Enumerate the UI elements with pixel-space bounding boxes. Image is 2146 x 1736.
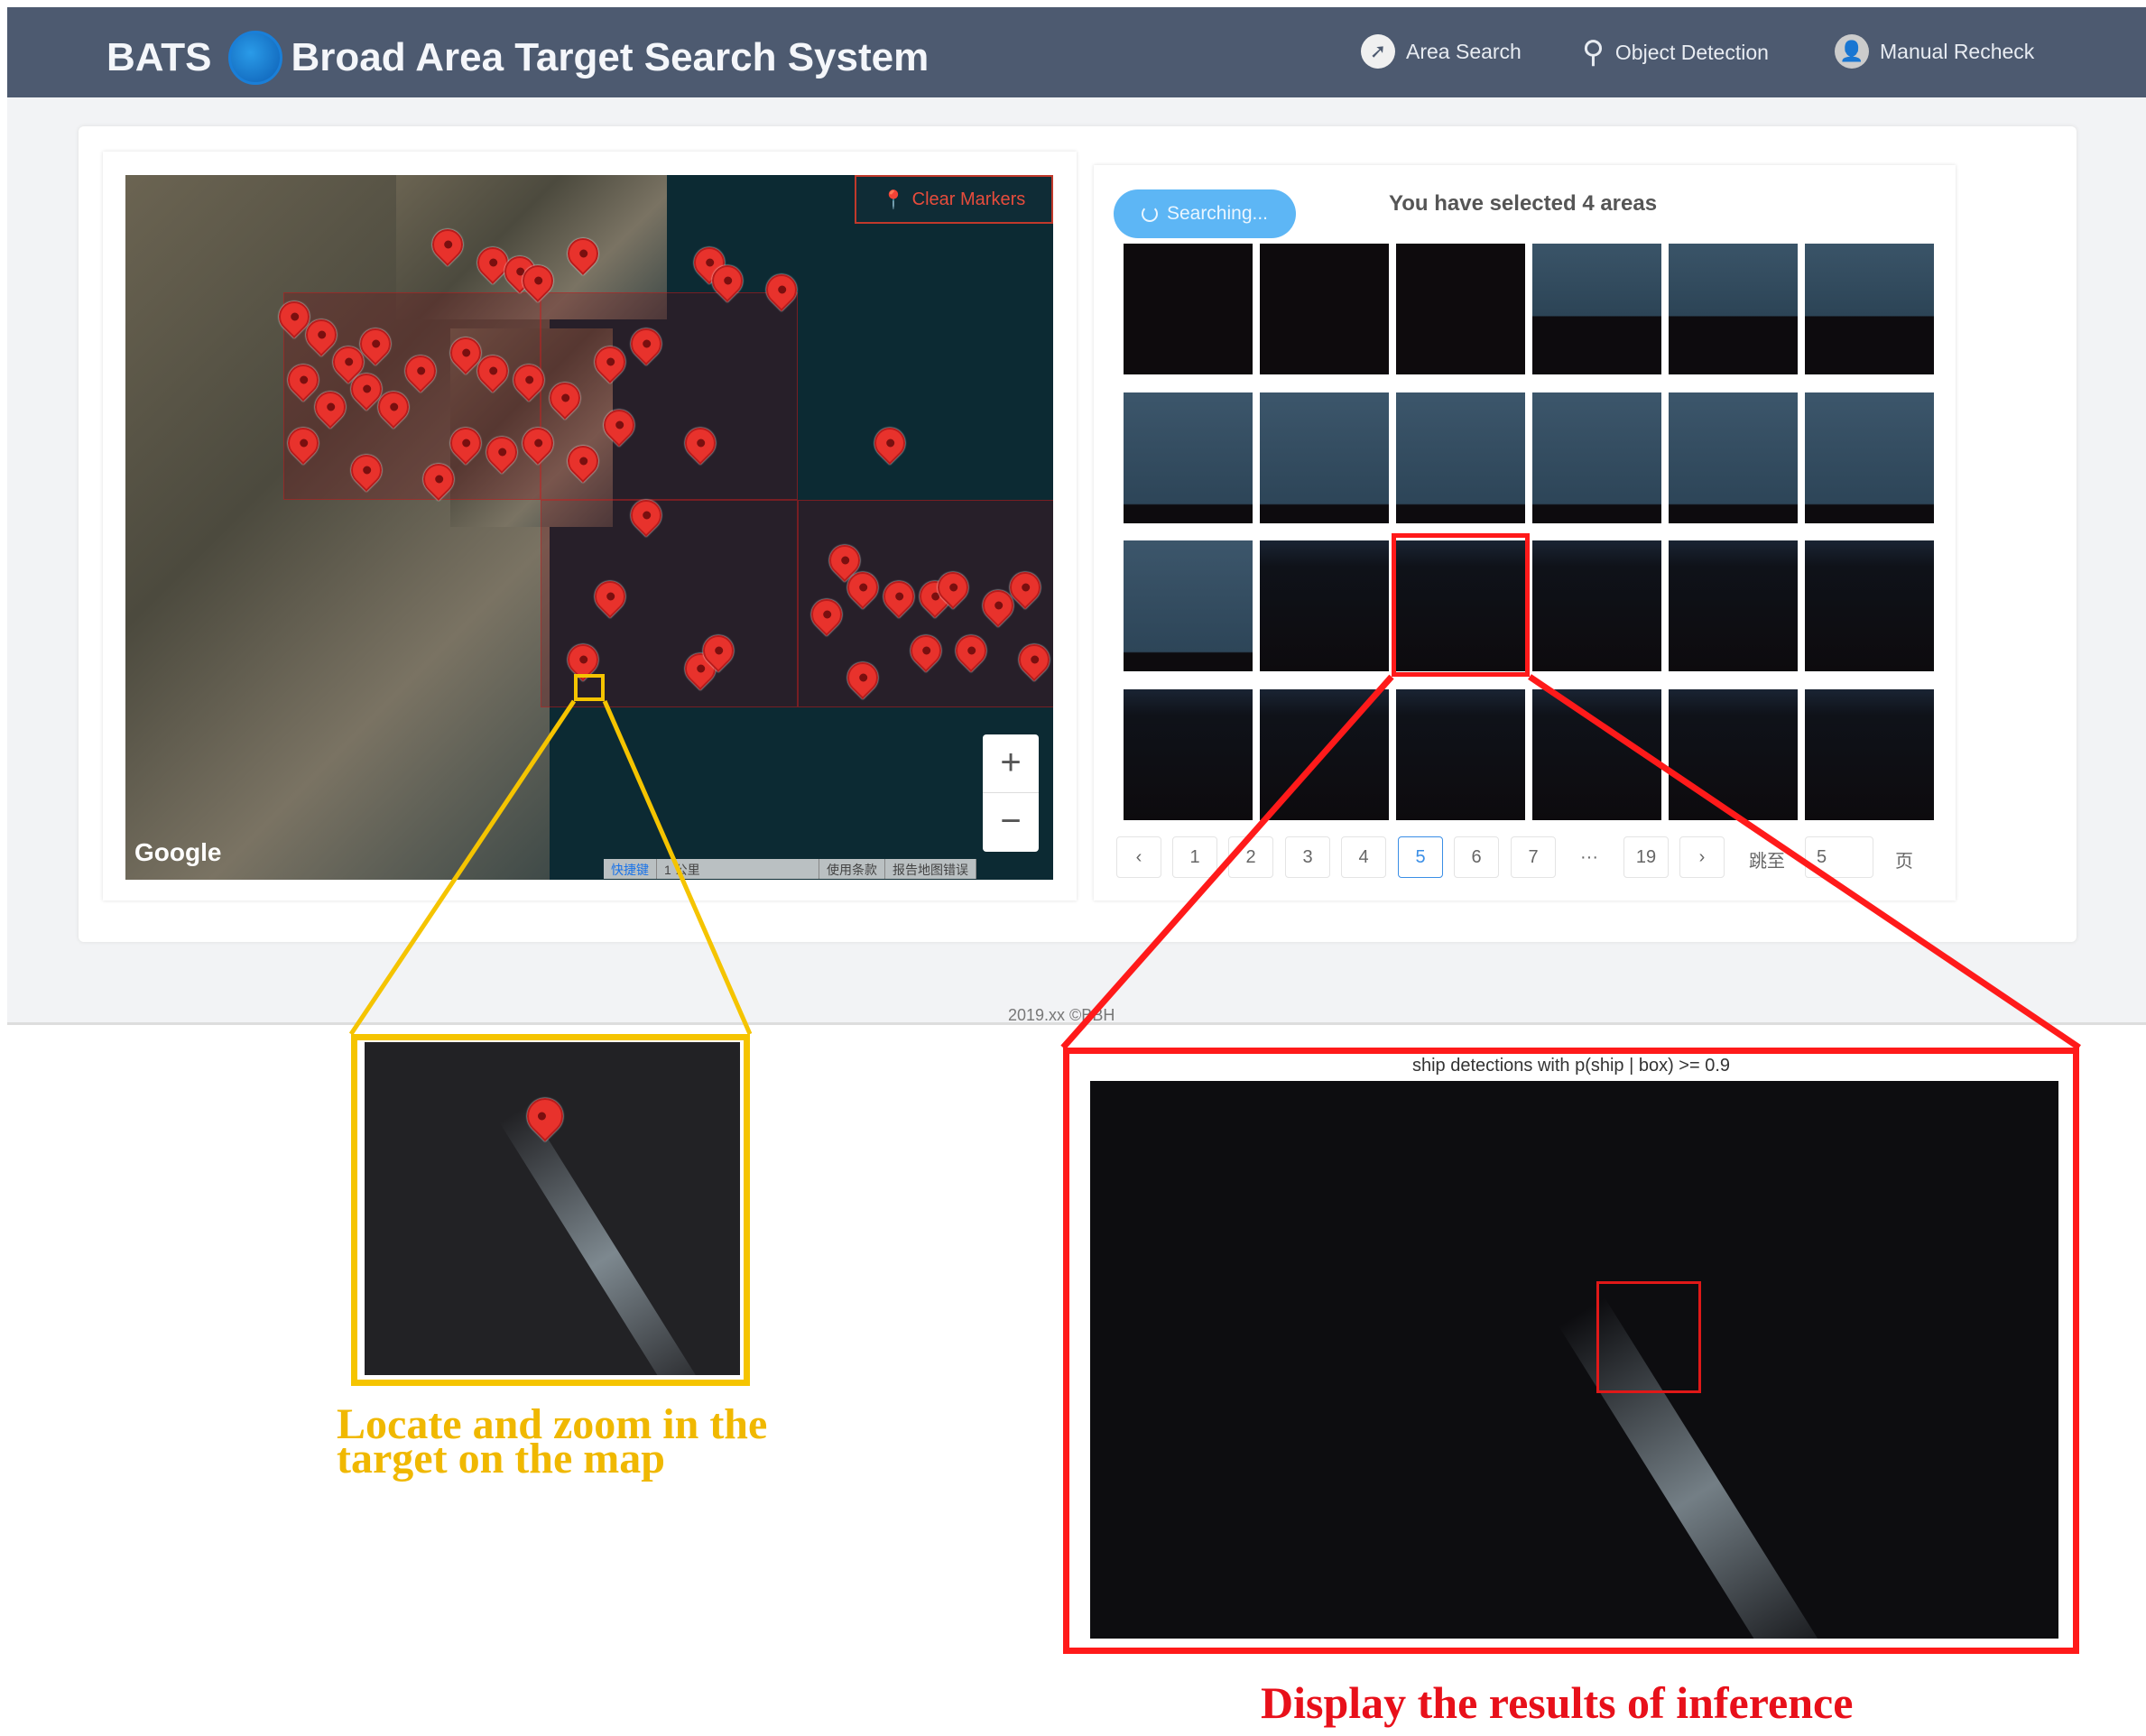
brand[interactable]: BATS Broad Area Target Search System xyxy=(106,31,929,85)
result-tile[interactable] xyxy=(1124,244,1253,374)
result-tile[interactable] xyxy=(1805,540,1934,671)
searching-button[interactable]: Searching... xyxy=(1114,189,1296,238)
result-tile[interactable] xyxy=(1260,392,1389,523)
user-icon: 👤 xyxy=(1835,34,1869,69)
result-tile[interactable] xyxy=(1669,244,1798,374)
search-icon: ⚲ xyxy=(1582,35,1605,69)
result-tile[interactable] xyxy=(1260,244,1389,374)
nav-label: Object Detection xyxy=(1614,40,1769,64)
page-suffix: 页 xyxy=(1895,852,1913,872)
app-title: Broad Area Target Search System xyxy=(291,35,930,79)
inference-title: ship detections with p(ship | box) >= 0.… xyxy=(1411,1056,1731,1076)
clear-markers-label: Clear Markers xyxy=(911,189,1026,209)
loading-spinner-icon xyxy=(1141,206,1158,222)
map-marker-icon[interactable] xyxy=(867,420,912,466)
result-tile[interactable] xyxy=(1805,688,1934,820)
inference-image xyxy=(1090,1081,2058,1639)
detection-box xyxy=(1596,1281,1701,1393)
zoomed-target-image xyxy=(365,1042,740,1375)
searching-label: Searching... xyxy=(1166,203,1269,224)
zoom-control: + − xyxy=(983,734,1039,852)
zoom-callout-caption: Locate and zoom in the target on the map xyxy=(337,1403,767,1481)
clear-markers-button[interactable]: 📍 Clear Markers xyxy=(855,175,1053,224)
result-tile[interactable] xyxy=(1396,244,1525,374)
target-highlight xyxy=(574,674,605,701)
zoom-in-button[interactable]: + xyxy=(983,734,1039,793)
result-tile[interactable] xyxy=(1396,392,1525,523)
page-button-last[interactable]: 19 xyxy=(1623,836,1669,878)
page-button[interactable]: 6 xyxy=(1454,836,1499,878)
result-tile[interactable] xyxy=(1260,540,1389,671)
nav-manual-recheck[interactable]: 👤 Manual Recheck xyxy=(1835,34,2034,69)
result-tile[interactable] xyxy=(1124,392,1253,523)
jump-label: 跳至 xyxy=(1749,852,1785,872)
result-tile[interactable] xyxy=(1805,244,1934,374)
result-tile[interactable] xyxy=(1260,688,1389,820)
zoom-out-button[interactable]: − xyxy=(983,793,1039,852)
map-footer: 快捷键 1 公里 使用条款 报告地图错误 xyxy=(604,859,976,879)
satellite-map[interactable]: 📍 Clear Markers + − Google 快捷键 1 公里 使用条款… xyxy=(125,175,1053,880)
page-button[interactable]: 2 xyxy=(1228,836,1273,878)
map-scale: 1 公里 xyxy=(657,859,819,879)
result-tile[interactable] xyxy=(1669,540,1798,671)
nav-label: Area Search xyxy=(1406,39,1522,63)
inference-caption: Display the results of inference xyxy=(1261,1677,1854,1728)
result-tile[interactable] xyxy=(1124,688,1253,820)
globe-icon xyxy=(227,31,282,85)
page-button[interactable]: 4 xyxy=(1341,836,1386,878)
map-report-link[interactable]: 报告地图错误 xyxy=(885,859,976,879)
result-tile[interactable] xyxy=(1532,688,1661,820)
prev-page-button[interactable]: ‹ xyxy=(1116,836,1161,878)
map-terms-link[interactable]: 使用条款 xyxy=(819,859,885,879)
result-tile[interactable] xyxy=(1532,540,1661,671)
selected-areas-text: You have selected 4 areas xyxy=(1389,191,1658,216)
page-button-current[interactable]: 5 xyxy=(1398,836,1443,878)
page-button[interactable]: 7 xyxy=(1511,836,1556,878)
marker-icon: 📍 xyxy=(882,189,905,210)
result-tile[interactable] xyxy=(1396,688,1525,820)
map-shortcuts-link[interactable]: 快捷键 xyxy=(604,859,657,879)
nav-area-search[interactable]: ➚ Area Search xyxy=(1361,34,1522,69)
page-button[interactable]: 3 xyxy=(1285,836,1330,878)
result-tile[interactable] xyxy=(1805,392,1934,523)
jump-page-input[interactable]: 5 xyxy=(1805,836,1873,878)
selected-tile-highlight xyxy=(1392,533,1530,677)
footer-text: 2019.xx ©BBH xyxy=(1008,1006,1115,1024)
result-tile[interactable] xyxy=(1669,392,1798,523)
nav-object-detection[interactable]: ⚲ Object Detection xyxy=(1582,34,1769,70)
result-tile[interactable] xyxy=(1532,392,1661,523)
next-page-button[interactable]: › xyxy=(1679,836,1725,878)
app-header: BATS Broad Area Target Search System ➚ A… xyxy=(7,7,2146,97)
page-ellipsis[interactable]: ··· xyxy=(1567,836,1612,878)
result-tile[interactable] xyxy=(1532,244,1661,374)
result-tile[interactable] xyxy=(1124,540,1253,671)
result-tile[interactable] xyxy=(1669,688,1798,820)
app-short-name: BATS xyxy=(106,35,212,79)
compass-icon: ➚ xyxy=(1361,34,1395,69)
google-logo: Google xyxy=(134,838,222,866)
page-button[interactable]: 1 xyxy=(1172,836,1217,878)
nav-label: Manual Recheck xyxy=(1880,39,2035,63)
